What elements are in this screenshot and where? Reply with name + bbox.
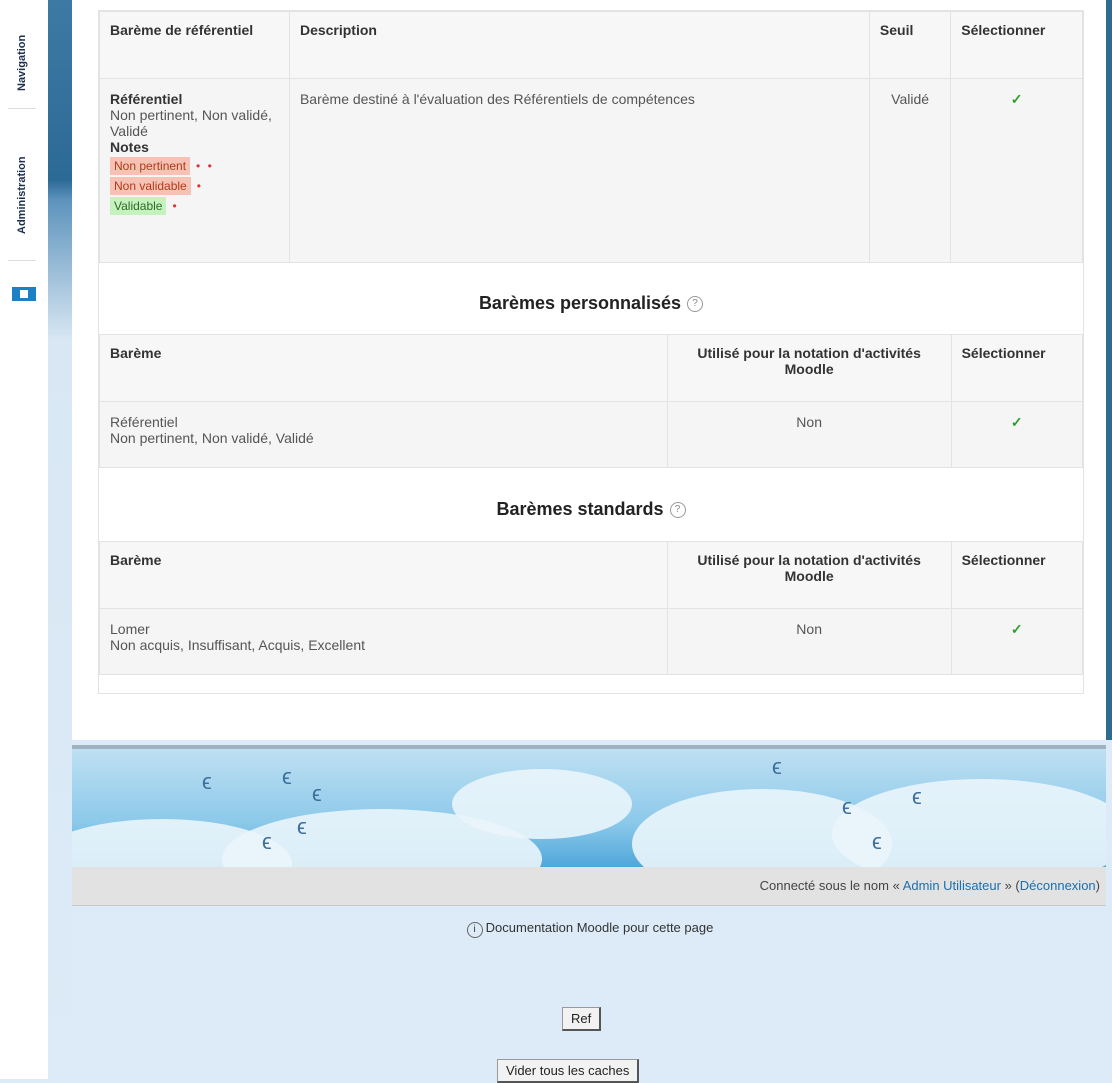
tag-dots: • • [196,159,214,173]
table-header-row: Barème Utilisé pour la notation d'activi… [99,334,1084,402]
standard-heading-text: Barèmes standards [496,499,664,519]
standard-scales-table: Barème Utilisé pour la notation d'activi… [99,541,1084,675]
col-used: Utilisé pour la notation d'activités Moo… [666,334,952,402]
tab-administration[interactable]: Administration [8,130,36,261]
standard-scales-heading: Barèmes standards? [99,499,1083,520]
user-link[interactable]: Admin Utilisateur [903,878,1001,893]
select-check-icon[interactable]: ✓ [950,608,1084,675]
scales-content: Barème de référentiel Description Seuil … [98,10,1084,694]
custom-heading-text: Barèmes personnalisés [478,293,682,313]
scale-cell: Référentiel Non pertinent, Non validé, V… [99,78,290,263]
table-row: Référentiel Non pertinent, Non validé, V… [99,78,1083,263]
select-check-icon[interactable]: ✓ [950,78,1083,263]
col-select: Sélectionner [950,11,1083,79]
tag-validable: Validable [110,197,167,215]
tag-non-pertinent: Non pertinent [110,157,191,175]
ref-scale-table: Barème de référentiel Description Seuil … [99,11,1083,263]
scale-values: Non pertinent, Non validé, Validé [110,107,272,139]
tag-dots: • [172,199,179,213]
purge-caches-button[interactable]: Vider tous les caches [497,1059,640,1083]
footer-sky-banner: ϵ ϵ ϵ ϵ ϵ ϵ ϵ ϵ ϵ [72,745,1106,871]
scale-values: Non acquis, Insuffisant, Acquis, Excelle… [110,637,365,653]
table-row: Référentiel Non pertinent, Non validé, V… [99,401,1084,468]
right-border [1106,0,1112,740]
doc-link-text[interactable]: Documentation Moodle pour cette page [486,920,714,935]
help-icon[interactable]: ? [669,502,686,519]
scale-name: Référentiel [110,414,178,430]
tag-non-validable: Non validable [110,177,191,195]
custom-scales-table: Barème Utilisé pour la notation d'activi… [99,334,1084,468]
footer-bar: Connecté sous le nom « Admin Utilisateur… [72,867,1106,906]
info-icon: i [466,922,483,938]
moodle-docs-link[interactable]: i Documentation Moodle pour cette page [440,918,740,938]
threshold-cell: Validé [868,78,952,263]
used-cell: Non [666,401,952,468]
custom-scales-heading: Barèmes personnalisés? [99,293,1083,314]
col-select: Sélectionner [950,334,1084,402]
tag-dots: • [196,179,203,193]
scale-values: Non pertinent, Non validé, Validé [110,430,314,446]
select-check-icon[interactable]: ✓ [950,401,1084,468]
login-suffix: ) [1095,878,1100,893]
main-page: Barème de référentiel Description Seuil … [72,0,1106,740]
login-prefix: Connecté sous le nom « [759,878,903,893]
col-select: Sélectionner [950,541,1084,609]
login-info: Connecté sous le nom « Admin Utilisateur… [760,878,1100,893]
notes-label: Notes [110,139,149,155]
side-strip [48,0,72,1079]
col-scale: Barème [99,334,668,402]
dock-toggle-icon[interactable] [12,287,36,301]
table-row: Lomer Non acquis, Insuffisant, Acquis, E… [99,608,1084,675]
scale-cell: Lomer Non acquis, Insuffisant, Acquis, E… [99,608,668,675]
col-threshold: Seuil [868,11,952,79]
ref-button[interactable]: Ref [562,1007,602,1031]
used-cell: Non [666,608,952,675]
table-header-row: Barème Utilisé pour la notation d'activi… [99,541,1084,609]
login-mid: » ( [1000,878,1020,893]
side-dock: Navigation Administration [0,0,49,1079]
col-scale: Barème de référentiel [99,11,290,79]
table-header-row: Barème de référentiel Description Seuil … [99,11,1083,79]
tab-navigation[interactable]: Navigation [8,18,36,109]
scale-cell: Référentiel Non pertinent, Non validé, V… [99,401,668,468]
col-description: Description [288,11,870,79]
help-icon[interactable]: ? [687,296,704,313]
scale-name: Lomer [110,621,150,637]
col-used: Utilisé pour la notation d'activités Moo… [666,541,952,609]
col-scale: Barème [99,541,668,609]
logout-link[interactable]: Déconnexion [1020,878,1096,893]
description-cell: Barème destiné à l'évaluation des Référe… [288,78,870,263]
scale-name: Référentiel [110,91,183,107]
